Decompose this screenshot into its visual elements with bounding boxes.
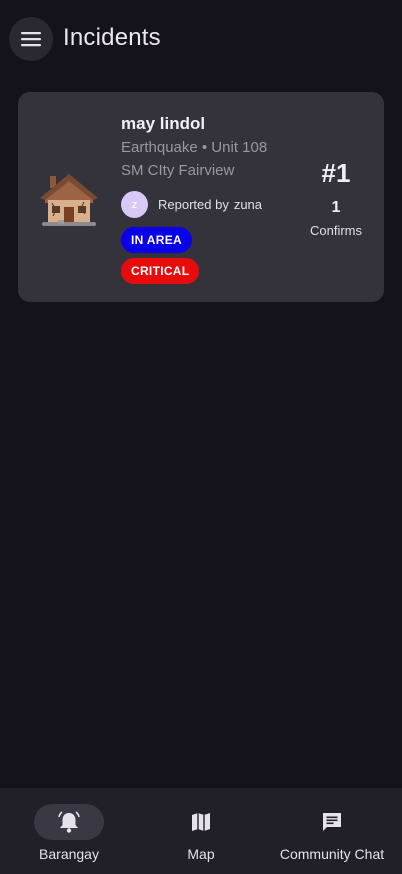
incident-title: may lindol xyxy=(121,114,206,133)
reporter-name: zuna xyxy=(233,197,263,212)
reporter-row: z Reported by zuna xyxy=(121,191,262,218)
incident-location: SM CIty Fairview xyxy=(121,162,235,179)
chat-icon xyxy=(323,813,341,831)
nav-label-barangay: Barangay xyxy=(39,846,99,862)
nav-item-map[interactable]: Map xyxy=(166,788,236,874)
nav-item-barangay[interactable]: Barangay xyxy=(34,788,104,874)
in-area-badge: IN AREA xyxy=(121,227,192,253)
incident-card[interactable]: may lindol Earthquake • Unit 108 SM CIty… xyxy=(18,92,384,302)
confirm-label: Confirms xyxy=(309,223,362,238)
damaged-house-icon xyxy=(40,174,98,226)
nav-pill-barangay xyxy=(34,804,104,840)
menu-button[interactable] xyxy=(9,17,53,61)
nav-label-community-chat: Community Chat xyxy=(279,846,385,862)
page-title: Incidents xyxy=(63,24,161,51)
incident-rank: #1 xyxy=(321,158,351,188)
bell-alert-icon xyxy=(58,811,80,833)
bottom-nav: Barangay Map Community Chat xyxy=(0,788,402,874)
hamburger-menu-icon xyxy=(21,32,41,47)
critical-badge: CRITICAL xyxy=(121,258,200,284)
nav-item-community-chat[interactable]: Community Chat xyxy=(277,788,387,874)
map-icon xyxy=(192,813,210,831)
incident-type-unit: Earthquake • Unit 108 xyxy=(121,139,268,156)
avatar: z xyxy=(121,191,148,218)
nav-label-map: Map xyxy=(187,846,215,862)
reported-by-label: Reported by xyxy=(158,197,229,212)
confirm-count: 1 xyxy=(331,199,341,216)
app-bar: Incidents xyxy=(0,0,402,78)
nav-pill-community-chat xyxy=(297,804,367,840)
nav-pill-map xyxy=(166,804,236,840)
